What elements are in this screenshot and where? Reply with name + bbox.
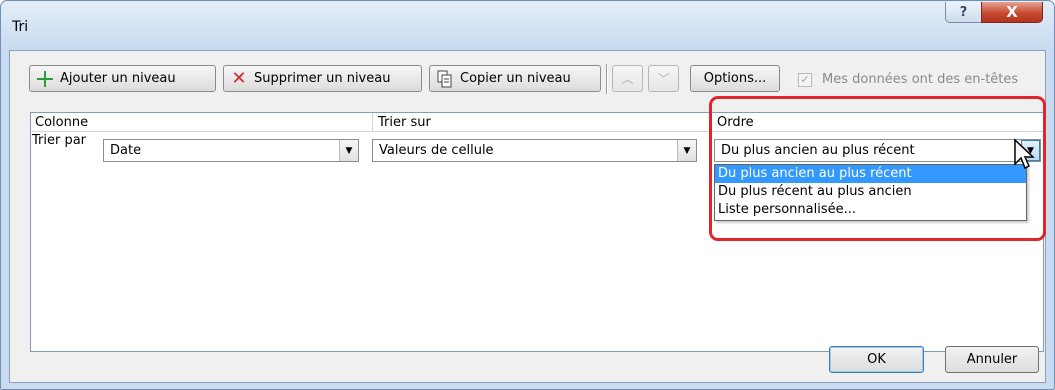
copy-icon — [436, 70, 454, 88]
toolbar-separator — [606, 64, 608, 94]
sort-on-select[interactable]: Valeurs de cellule ▼ — [372, 139, 697, 162]
options-button[interactable]: Options... — [690, 65, 780, 92]
headers-checkbox-label: Mes données ont des en-têtes — [822, 72, 1019, 87]
column-select[interactable]: Date ▼ — [103, 139, 359, 162]
chevron-up-icon: ︿ — [621, 72, 634, 86]
move-down-button[interactable]: ﹀ — [648, 65, 679, 92]
close-button[interactable]: X — [981, 2, 1043, 23]
checkbox-check-icon[interactable]: ✓ — [798, 72, 812, 87]
header-divider — [372, 113, 373, 132]
column-header: Colonne — [35, 115, 89, 130]
delete-x-icon: ✕ — [231, 67, 247, 89]
title-bar[interactable]: Tri ? X — [1, 1, 1054, 49]
dialog-title: Tri — [12, 19, 29, 35]
ok-label: OK — [867, 352, 886, 367]
options-label: Options... — [703, 71, 767, 86]
sort-by-label: Trier par — [32, 133, 87, 148]
mouse-cursor-icon — [1014, 138, 1035, 170]
copy-level-button[interactable]: Copier un niveau — [429, 65, 601, 92]
cancel-label: Annuler — [966, 352, 1018, 367]
chevron-down-icon[interactable]: ▼ — [677, 140, 696, 161]
headers-checkbox[interactable]: ✓ Mes données ont des en-têtes — [798, 72, 1018, 87]
column-select-value: Date — [110, 143, 142, 158]
cancel-button[interactable]: Annuler — [945, 346, 1039, 373]
chevron-down-icon[interactable]: ▼ — [339, 140, 358, 161]
highlight-box — [709, 96, 1046, 241]
move-up-button[interactable]: ︿ — [612, 65, 643, 92]
plus-icon — [36, 70, 54, 88]
chevron-down-icon: ﹀ — [657, 72, 670, 86]
close-icon: X — [1006, 3, 1018, 21]
help-button[interactable]: ? — [945, 2, 982, 23]
help-icon: ? — [959, 4, 968, 20]
sort-on-select-value: Valeurs de cellule — [379, 143, 494, 158]
copy-level-label: Copier un niveau — [460, 71, 571, 86]
sort-on-header: Trier sur — [378, 115, 431, 130]
ok-button[interactable]: OK — [829, 346, 924, 373]
add-level-label: Ajouter un niveau — [60, 71, 176, 86]
delete-level-button[interactable]: ✕ Supprimer un niveau — [223, 65, 422, 92]
add-level-button[interactable]: Ajouter un niveau — [29, 65, 216, 92]
delete-level-label: Supprimer un niveau — [254, 71, 391, 86]
